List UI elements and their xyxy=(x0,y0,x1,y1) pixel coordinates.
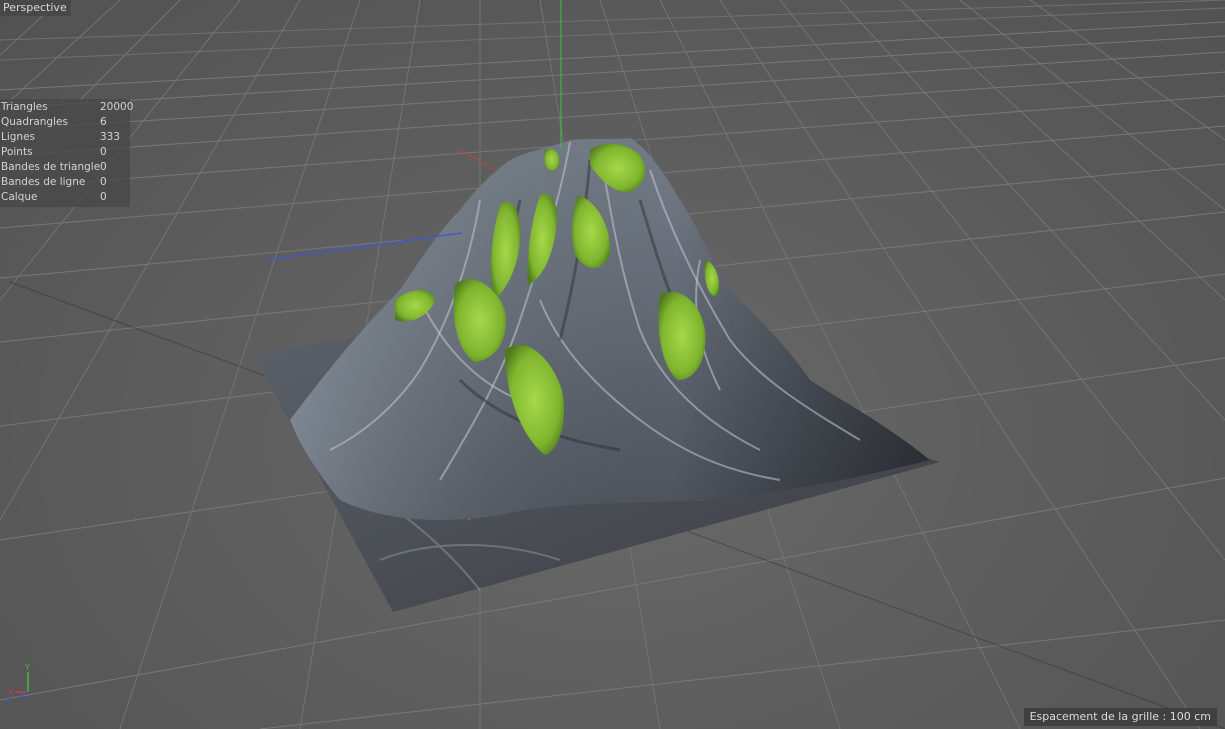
stat-value: 0 xyxy=(100,176,107,188)
stat-label: Quadrangles xyxy=(1,116,68,128)
stat-value: 0 xyxy=(100,191,107,203)
viewport-scene[interactable] xyxy=(0,0,1225,729)
stat-row-bandes-de-ligne: Bandes de ligne 0 xyxy=(0,175,130,190)
stat-row-lignes: Lignes 333 xyxy=(0,130,130,145)
stat-row-triangles: Triangles 20000 xyxy=(0,100,134,115)
stat-value: 20000 xyxy=(100,101,134,113)
stat-value: 0 xyxy=(100,146,107,158)
stat-value: 0 xyxy=(100,161,107,173)
viewport-camera-label[interactable]: Perspective xyxy=(0,0,71,16)
axis-y-letter: Y xyxy=(25,663,30,672)
3d-viewport[interactable]: Perspective Triangles 20000 Quadrangles … xyxy=(0,0,1225,729)
stat-value: 6 xyxy=(100,116,107,128)
stat-value: 333 xyxy=(100,131,121,143)
stat-row-calque: Calque 0 xyxy=(0,190,130,205)
stat-label: Points xyxy=(1,146,33,158)
mountain-shading xyxy=(290,138,930,520)
stat-row-quadrangles: Quadrangles 6 xyxy=(0,115,130,130)
stat-label: Bandes de triangle xyxy=(1,161,100,173)
stat-row-bandes-de-triangle: Bandes de triangle 0 xyxy=(0,160,130,175)
stat-label: Calque xyxy=(1,191,38,203)
grid-spacing-label: Espacement de la grille : 100 cm xyxy=(1023,708,1217,726)
stat-row-points: Points 0 xyxy=(0,145,130,160)
orientation-axis-gizmo: Y X Z xyxy=(2,663,36,704)
stat-label: Lignes xyxy=(1,131,36,143)
scene-statistics-panel: Triangles 20000 Quadrangles 6 Lignes 333… xyxy=(0,99,134,207)
stat-label: Triangles xyxy=(1,101,48,113)
stat-label: Bandes de ligne xyxy=(1,176,86,188)
axis-z-letter: Z xyxy=(6,695,12,704)
